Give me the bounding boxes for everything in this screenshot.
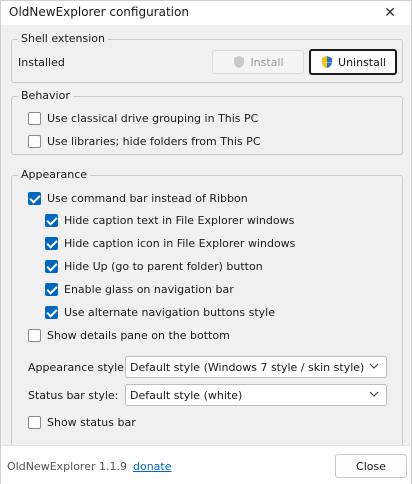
close-icon[interactable]: ✕ <box>379 2 401 24</box>
checkbox-box[interactable] <box>28 416 41 429</box>
checkbox-box[interactable] <box>28 329 41 342</box>
appearance-style-label: Appearance style: <box>28 361 128 374</box>
checkbox-alt-nav-buttons[interactable]: Use alternate navigation buttons style <box>45 306 275 319</box>
version-text: OldNewExplorer 1.1.9 donate <box>7 460 172 473</box>
shell-extension-group: Shell extension Installed Install Uninst… <box>11 32 403 83</box>
chevron-down-icon <box>369 391 379 397</box>
checkbox-label: Hide Up (go to parent folder) button <box>64 260 263 273</box>
status-bar-style-select[interactable]: Default style (white) <box>125 384 387 406</box>
checkbox-box[interactable] <box>45 283 58 296</box>
checkbox-box[interactable] <box>28 112 41 125</box>
version-label: OldNewExplorer 1.1.9 <box>7 460 127 473</box>
status-bar-style-value: Default style (white) <box>130 388 243 402</box>
shield-icon <box>322 56 333 68</box>
checkbox-command-bar[interactable]: Use command bar instead of Ribbon <box>28 192 248 205</box>
install-status: Installed <box>18 56 65 69</box>
uninstall-label: Uninstall <box>338 55 386 69</box>
appearance-style-select[interactable]: Default style (Windows 7 style / skin st… <box>125 356 387 378</box>
checkbox-show-status-bar[interactable]: Show status bar <box>28 416 136 429</box>
behavior-legend: Behavior <box>18 89 73 102</box>
title-bar: OldNewExplorer configuration ✕ <box>1 1 411 25</box>
checkbox-box[interactable] <box>45 306 58 319</box>
donate-link[interactable]: donate <box>133 460 172 473</box>
checkbox-label: Use command bar instead of Ribbon <box>47 192 248 205</box>
checkbox-enable-glass[interactable]: Enable glass on navigation bar <box>45 283 234 296</box>
close-button[interactable]: Close <box>335 454 407 478</box>
client-area: Shell extension Installed Install Uninst… <box>1 25 411 461</box>
appearance-style-value: Default style (Windows 7 style / skin st… <box>130 360 365 374</box>
install-button[interactable]: Install <box>212 50 304 74</box>
checkbox-label: Use libraries; hide folders from This PC <box>47 135 261 148</box>
window-title: OldNewExplorer configuration <box>9 5 189 19</box>
checkbox-box[interactable] <box>45 260 58 273</box>
shell-extension-legend: Shell extension <box>18 32 108 45</box>
install-label: Install <box>250 55 284 69</box>
checkbox-label: Use classical drive grouping in This PC <box>47 112 259 125</box>
footer-bar: OldNewExplorer 1.1.9 donate Close <box>1 445 411 484</box>
checkbox-label: Show details pane on the bottom <box>47 329 230 342</box>
appearance-group: Appearance Use command bar instead of Ri… <box>11 168 403 461</box>
checkbox-box[interactable] <box>45 214 58 227</box>
checkbox-hide-up-button[interactable]: Hide Up (go to parent folder) button <box>45 260 263 273</box>
checkbox-hide-caption-icon[interactable]: Hide caption icon in File Explorer windo… <box>45 237 295 250</box>
shield-icon <box>234 56 245 68</box>
config-window: OldNewExplorer configuration ✕ Shell ext… <box>0 0 412 484</box>
checkbox-details-pane[interactable]: Show details pane on the bottom <box>28 329 230 342</box>
checkbox-label: Hide caption icon in File Explorer windo… <box>64 237 296 250</box>
checkbox-label: Hide caption text in File Explorer windo… <box>64 214 295 227</box>
checkbox-box[interactable] <box>45 237 58 250</box>
checkbox-hide-caption-text[interactable]: Hide caption text in File Explorer windo… <box>45 214 294 227</box>
checkbox-libraries[interactable]: Use libraries; hide folders from This PC <box>28 135 261 148</box>
checkbox-label: Enable glass on navigation bar <box>64 283 234 296</box>
behavior-group: Behavior Use classical drive grouping in… <box>11 89 403 155</box>
chevron-down-icon <box>369 363 379 369</box>
appearance-legend: Appearance <box>18 168 91 181</box>
checkbox-label: Show status bar <box>47 416 136 429</box>
checkbox-drive-grouping[interactable]: Use classical drive grouping in This PC <box>28 112 258 125</box>
status-bar-style-label: Status bar style: <box>28 389 119 402</box>
checkbox-box[interactable] <box>28 192 41 205</box>
uninstall-button[interactable]: Uninstall <box>309 49 397 75</box>
checkbox-box[interactable] <box>28 135 41 148</box>
checkbox-label: Use alternate navigation buttons style <box>64 306 275 319</box>
